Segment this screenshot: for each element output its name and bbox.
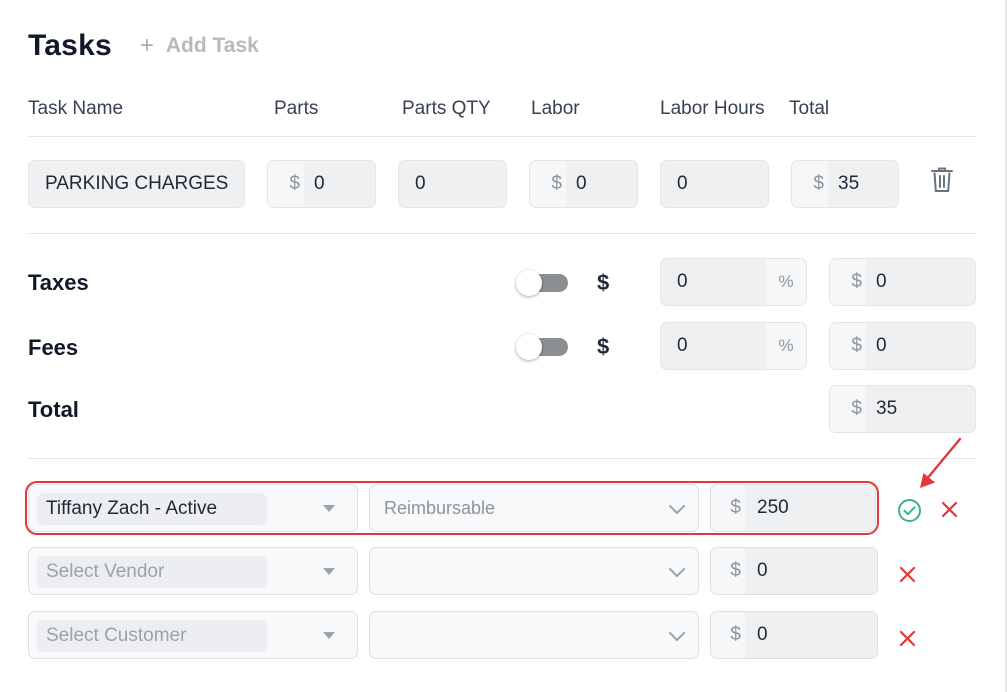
column-header-labor: Labor [531,98,580,119]
total-label: Total [28,397,79,422]
fees-amount-input[interactable]: $ 0 [829,322,976,370]
annotation-arrow-icon [920,437,962,488]
tasks-header: Tasks + Add Task [28,26,259,66]
customer-expense-type-select[interactable] [369,611,699,659]
vendor-amount-input[interactable]: $ 0 [710,547,878,595]
taxes-toggle-knob [516,270,542,296]
column-header-task-name: Task Name [28,98,124,119]
vendor-select-placeholder: Select Vendor [37,556,267,588]
fees-rate-value: 0 [677,335,688,356]
task-total-input[interactable]: $ 35 [791,160,899,208]
column-header-parts: Parts [274,98,319,119]
labor-input[interactable]: $ 0 [529,160,638,208]
fees-amount-prefix: $ [830,323,866,369]
taxes-amount-prefix: $ [830,259,866,305]
party-select-vendor[interactable]: Select Vendor [28,547,358,595]
grand-total-prefix: $ [830,386,866,432]
trash-icon[interactable] [930,166,954,194]
labor-value: 0 [576,173,587,194]
close-icon[interactable] [941,501,958,518]
taxes-toggle[interactable] [516,270,570,296]
taxes-rate-input[interactable]: 0 % [660,258,807,306]
labor-currency-prefix: $ [530,161,566,207]
taxes-amount-input[interactable]: $ 0 [829,258,976,306]
plus-icon: + [139,32,154,59]
task-total-value: 35 [838,173,860,194]
column-header-parts-qty: Parts QTY [402,98,491,119]
parts-value: 0 [314,173,325,194]
taxes-label: Taxes [28,270,89,295]
labor-hours-value: 0 [677,173,688,194]
party-select-customer-empty[interactable]: Select Customer [28,611,358,659]
chevron-down-icon [669,632,685,641]
fees-rate-input[interactable]: 0 % [660,322,807,370]
column-header-labor-hours: Labor Hours [660,98,765,119]
header-divider [28,136,976,137]
task-name-value: PARKING CHARGES [45,173,229,194]
fees-currency-label: $ [597,334,610,359]
close-icon[interactable] [899,566,916,583]
caret-down-icon [323,632,335,639]
total-currency-prefix: $ [792,161,828,207]
customer-amount-prefix: $ [730,624,741,645]
percent-suffix: % [766,259,806,305]
fees-toggle[interactable] [516,334,570,360]
page-title: Tasks [28,29,112,62]
task-divider [28,233,976,234]
vendor-expense-type-select[interactable] [369,547,699,595]
fees-amount-value: 0 [876,335,887,356]
parts-qty-value: 0 [415,173,426,194]
task-name-input[interactable]: PARKING CHARGES [28,160,245,208]
column-header-total: Total [789,98,830,119]
taxes-rate-value: 0 [677,271,688,292]
vendor-amount-value: 0 [745,548,877,594]
customer-select-placeholder: Select Customer [37,620,267,652]
add-task-button[interactable]: + Add Task [140,32,259,60]
taxes-amount-value: 0 [876,271,887,292]
add-task-label: Add Task [165,34,259,57]
labor-hours-input[interactable]: 0 [660,160,769,208]
chevron-down-icon [669,568,685,577]
fees-label: Fees [28,335,79,360]
customer-amount-input[interactable]: $ 0 [710,611,878,659]
check-circle-icon[interactable] [897,498,922,523]
parts-currency-prefix: $ [268,161,304,207]
parts-input[interactable]: $ 0 [267,160,376,208]
fees-toggle-knob [516,334,542,360]
taxes-currency-label: $ [597,270,610,295]
percent-suffix: % [766,323,806,369]
highlight-box [25,481,879,535]
parts-qty-input[interactable]: 0 [398,160,507,208]
caret-down-icon [323,568,335,575]
close-icon[interactable] [899,630,916,647]
customer-amount-value: 0 [745,612,877,658]
summary-divider [28,458,976,459]
grand-total-input[interactable]: $ 35 [829,385,976,433]
grand-total-value: 35 [876,398,898,419]
vendor-amount-prefix: $ [730,560,741,581]
